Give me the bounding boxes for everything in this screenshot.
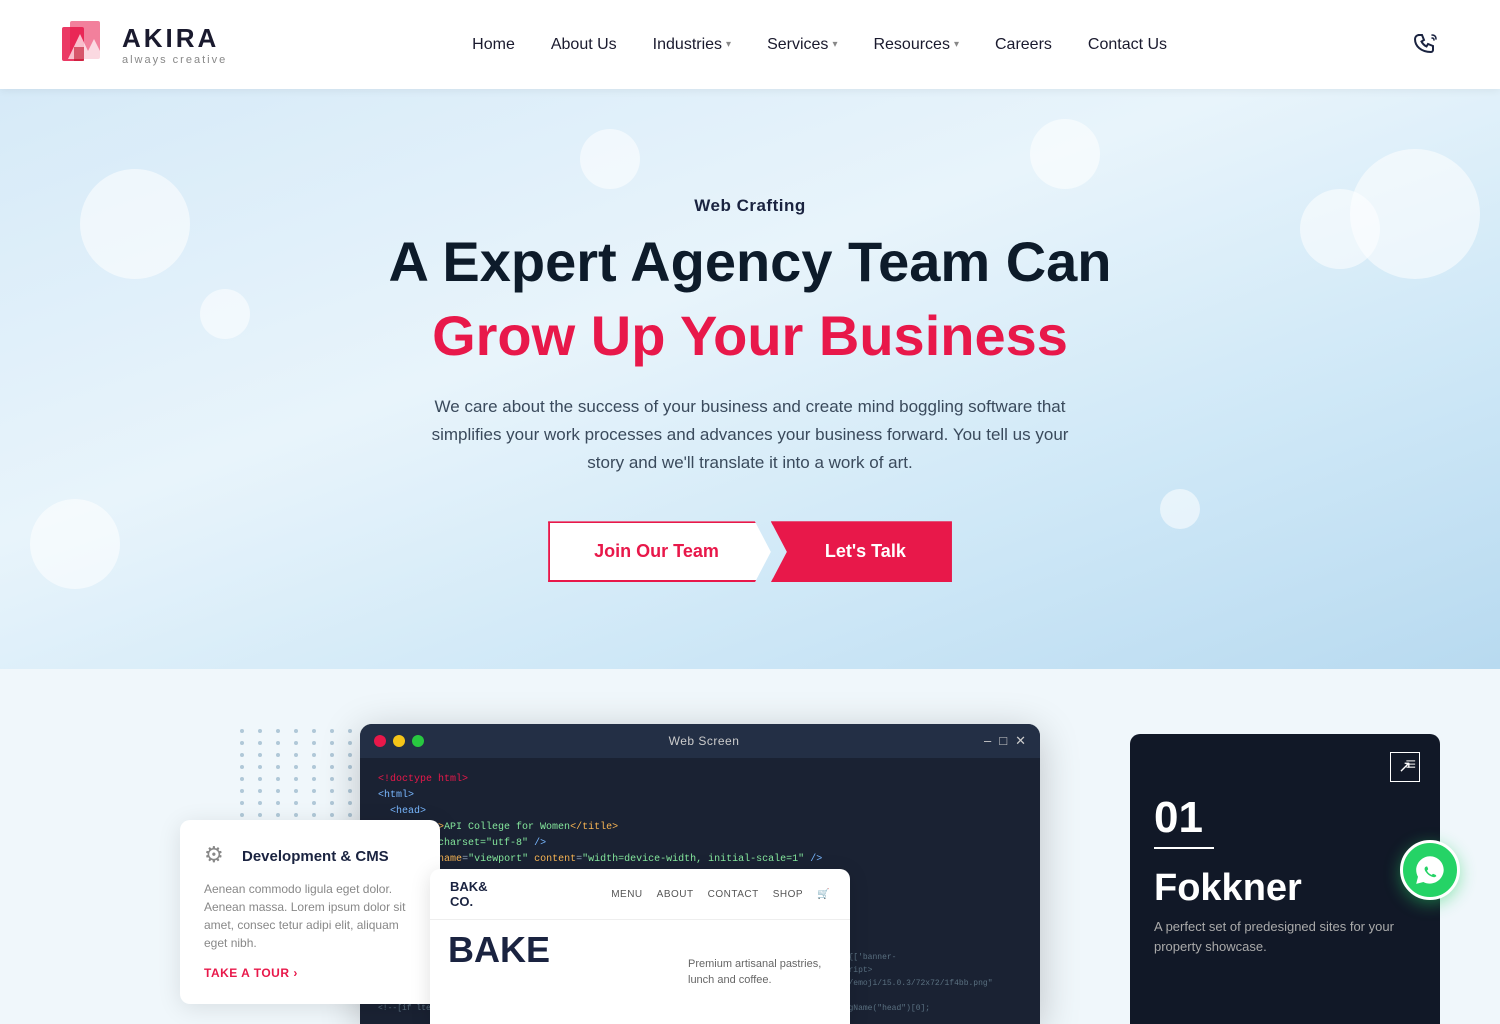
navbar: AKIRA always creative Home About Us Indu… — [0, 0, 1500, 89]
whatsapp-button[interactable] — [1400, 840, 1460, 900]
deco-circle-4 — [1350, 149, 1480, 279]
bake-nav-links: MENU ABOUT CONTACT SHOP 🛒 — [611, 889, 830, 900]
bake-body: BAKE Premium artisanal pastries, lunch a… — [430, 920, 850, 1024]
bake-big-text: BAKE — [448, 932, 652, 968]
nav-contact[interactable]: Contact Us — [1088, 36, 1167, 54]
dev-card: ⚙ Development & CMS Aenean commodo ligul… — [180, 820, 440, 1004]
fokkner-card: ≡ ↗ 01 Fokkner A perfect set of predesig… — [1130, 734, 1440, 1024]
code-window-title: Web Screen — [431, 734, 977, 748]
preview-section: (() => { const container = document.quer… — [0, 669, 1500, 1024]
dev-card-desc: Aenean commodo ligula eget dolor. Aenean… — [204, 880, 416, 952]
bake-description: Premium artisanal pastries, lunch and co… — [688, 956, 832, 989]
hero-cta-group: Join Our Team Let's Talk — [548, 521, 952, 582]
logo[interactable]: AKIRA always creative — [60, 19, 227, 71]
lets-talk-button[interactable]: Let's Talk — [771, 521, 952, 582]
phone-icon[interactable] — [1412, 31, 1440, 59]
bake-nav-contact[interactable]: CONTACT — [708, 889, 759, 900]
hero-title-line2: Grow Up Your Business — [432, 302, 1068, 369]
hero-tag: Web Crafting — [694, 196, 805, 216]
dot-grid: (() => { const container = document.quer… — [240, 729, 358, 817]
deco-circle-2 — [580, 129, 640, 189]
brand-name: AKIRA — [122, 23, 227, 54]
deco-circle-7 — [1160, 489, 1200, 529]
nav-resources[interactable]: Resources ▾ — [873, 36, 959, 54]
deco-circle-6 — [30, 499, 120, 589]
dev-card-header: ⚙ Development & CMS — [204, 842, 416, 870]
hero-description: We care about the success of your busine… — [430, 393, 1070, 477]
join-team-button[interactable]: Join Our Team — [548, 521, 771, 582]
brand-tagline: always creative — [122, 54, 227, 66]
bake-window: BAK&CO. MENU ABOUT CONTACT SHOP 🛒 BAKE P… — [430, 869, 850, 1024]
bake-nav: BAK&CO. MENU ABOUT CONTACT SHOP 🛒 — [430, 869, 850, 920]
window-maximize-dot — [412, 735, 424, 747]
fokkner-description: A perfect set of predesigned sites for y… — [1154, 917, 1416, 956]
fokkner-arrow[interactable]: ↗ — [1390, 752, 1420, 782]
bake-nav-about[interactable]: ABOUT — [657, 889, 694, 900]
dev-card-link[interactable]: TAKE A TOUR — [204, 966, 298, 980]
nav-services[interactable]: Services ▾ — [767, 36, 837, 54]
dev-card-title: Development & CMS — [242, 848, 389, 865]
window-close-dot — [374, 735, 386, 747]
nav-home[interactable]: Home — [472, 36, 515, 54]
gear-icon: ⚙ — [204, 842, 232, 870]
hero-section: Web Crafting A Expert Agency Team Can Gr… — [0, 89, 1500, 669]
deco-circle-8 — [1030, 119, 1100, 189]
code-window-controls: – □ ✕ — [984, 733, 1026, 749]
fokkner-top: ≡ — [1154, 754, 1416, 775]
nav-careers[interactable]: Careers — [995, 36, 1052, 54]
nav-about[interactable]: About Us — [551, 36, 617, 54]
hero-title-line1: A Expert Agency Team Can — [388, 230, 1111, 294]
deco-circle-1 — [80, 169, 190, 279]
deco-circle-5 — [200, 289, 250, 339]
bake-left: BAKE — [430, 920, 670, 1024]
restore-icon[interactable]: □ — [999, 733, 1007, 749]
bake-nav-shop[interactable]: SHOP — [773, 889, 803, 900]
bake-right: Premium artisanal pastries, lunch and co… — [670, 920, 850, 1024]
close-icon[interactable]: ✕ — [1015, 733, 1026, 749]
whatsapp-icon — [1413, 853, 1447, 887]
minimize-icon[interactable]: – — [984, 733, 991, 749]
bake-nav-cart-icon[interactable]: 🛒 — [817, 889, 830, 900]
fokkner-bar — [1154, 847, 1214, 849]
fokkner-title: Fokkner — [1154, 869, 1416, 907]
fokkner-number: 01 — [1154, 793, 1416, 843]
nav-menu: Home About Us Industries ▾ Services ▾ Re… — [472, 36, 1167, 54]
nav-industries[interactable]: Industries ▾ — [653, 36, 731, 54]
code-window-bar: Web Screen – □ ✕ — [360, 724, 1040, 758]
bake-nav-menu[interactable]: MENU — [611, 889, 642, 900]
bake-logo: BAK&CO. — [450, 879, 488, 909]
window-minimize-dot — [393, 735, 405, 747]
logo-icon — [60, 19, 112, 71]
